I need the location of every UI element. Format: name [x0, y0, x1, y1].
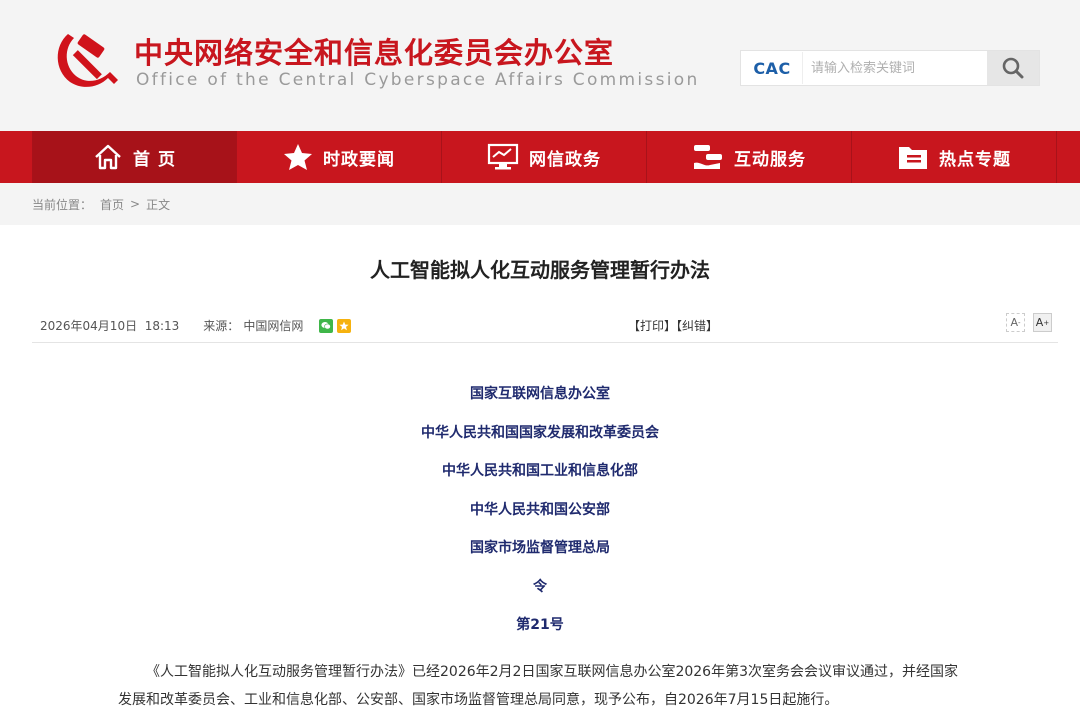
issuer-list: 国家互联网信息办公室 中华人民共和国国家发展和改革委员会 中华人民共和国工业和信… — [0, 383, 1080, 614]
nav-item-label: 首 页 — [133, 149, 176, 170]
site-header: 中央网络安全和信息化委员会办公室 Office of the Central C… — [0, 0, 1080, 131]
font-increase-label: A — [1035, 316, 1044, 329]
site-title-cn: 中央网络安全和信息化委员会办公室 — [134, 36, 615, 70]
decree-label: 令 — [533, 578, 547, 595]
issuer-line: 中华人民共和国工业和信息化部 — [442, 463, 638, 479]
main-nav: 首 页 时政要闻 网信政务 互动服务 热点专题 — [0, 131, 1080, 183]
wechat-share-icon[interactable] — [319, 318, 334, 333]
interaction-icon — [694, 145, 722, 169]
font-decrease-label: A — [1010, 316, 1018, 329]
article-actions: 【打印】【纠错】 — [628, 317, 718, 334]
nav-item-label: 热点专题 — [939, 149, 1011, 170]
breadcrumb-current: 正文 — [146, 197, 171, 212]
nav-item-label: 网信政务 — [529, 149, 601, 170]
issuer-line: 中华人民共和国公安部 — [470, 501, 610, 518]
party-emblem-logo[interactable] — [48, 26, 120, 98]
source-name: 中国网信网 — [243, 319, 304, 333]
nav-item-label: 互动服务 — [734, 149, 806, 170]
nav-item-home[interactable]: 首 页 — [32, 131, 237, 183]
breadcrumb-separator: > — [130, 197, 141, 211]
breadcrumb: 当前位置： 首页 > 正文 — [0, 183, 1080, 225]
search-button[interactable] — [987, 51, 1039, 85]
site-title-en: Office of the Central Cyberspace Affairs… — [136, 70, 700, 90]
issuer-line: 国家互联网信息办公室 — [470, 386, 610, 402]
issuer-line: 中华人民共和国国家发展和改革委员会 — [421, 424, 659, 441]
article-meta-bar: 2026年04月10日 18:13 来源： 中国网信网 【打印】【纠错】 A- … — [32, 308, 1058, 343]
nav-item-affairs[interactable]: 网信政务 — [442, 131, 647, 183]
breadcrumb-home-link[interactable]: 首页 — [100, 196, 124, 213]
cac-logo: CAC — [742, 52, 803, 84]
search-icon — [1002, 57, 1024, 79]
font-size-controls: A- A + — [998, 313, 1052, 332]
article-meta-info: 2026年04月10日 18:13 来源： 中国网信网 — [40, 317, 352, 334]
font-decrease-button[interactable]: A- — [1006, 313, 1025, 332]
nav-item-interaction[interactable]: 互动服务 — [647, 131, 852, 183]
issuer-line: 国家市场监督管理总局 — [470, 540, 610, 556]
home-icon — [95, 144, 121, 170]
nav-item-label: 时政要闻 — [323, 149, 395, 170]
article-body-paragraph: 《人工智能拟人化互动服务管理暂行办法》已经2026年2月2日国家互联网信息办公室… — [118, 664, 958, 708]
nav-item-news[interactable]: 时政要闻 — [237, 131, 442, 183]
breadcrumb-prefix: 当前位置： — [32, 197, 93, 212]
source-label: 来源： — [203, 319, 240, 333]
nav-item-topics[interactable]: 热点专题 — [852, 131, 1057, 183]
correct-link[interactable]: 【纠错】 — [676, 319, 718, 333]
print-link[interactable]: 【打印】 — [628, 319, 676, 333]
search-input[interactable] — [803, 52, 987, 84]
publish-date: 2026年04月10日 18:13 — [40, 319, 180, 333]
folder-icon — [899, 147, 927, 169]
decree-number: 第21号 — [516, 617, 564, 633]
article-title: 人工智能拟人化互动服务管理暂行办法 — [370, 258, 710, 282]
qzone-share-icon[interactable] — [337, 318, 352, 333]
star-icon — [284, 144, 312, 170]
font-increase-button[interactable]: A + — [1033, 313, 1052, 332]
monitor-icon — [487, 143, 519, 170]
cac-logo-text: CAC — [753, 58, 791, 78]
search-box: CAC — [740, 50, 1040, 86]
